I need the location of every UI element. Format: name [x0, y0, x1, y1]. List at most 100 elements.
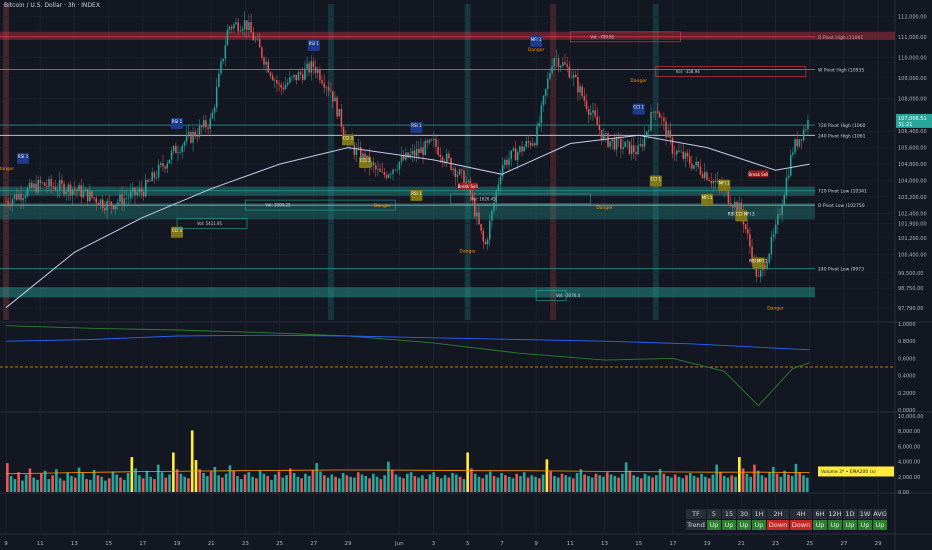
candle-body [482, 230, 485, 242]
candle-body [164, 166, 166, 169]
volume-bar [247, 472, 251, 492]
signal-label: CCI 1 [360, 158, 371, 163]
volume-bar [383, 475, 386, 492]
signal-label: RSI 1 [172, 119, 183, 124]
volume-bar [738, 457, 741, 492]
candle-body [650, 111, 652, 131]
candle-body [774, 224, 777, 234]
candle-body [140, 188, 143, 193]
price-tick-label: 106,400.00 [898, 129, 927, 135]
volume-bar [239, 479, 243, 492]
candle-body [633, 145, 635, 153]
trend-row-label: Trend [685, 519, 707, 531]
candle-body [231, 26, 233, 29]
candle-body [310, 61, 313, 73]
trend-value-2h: Down [766, 519, 790, 531]
candle-body [160, 163, 162, 165]
volume-bar [511, 478, 515, 492]
candle-body [166, 163, 168, 169]
candle-body [54, 186, 57, 191]
oscillator-tick-label: 0.4000 [898, 374, 916, 380]
candle-body [714, 180, 717, 183]
volume-bar [288, 468, 292, 492]
candle-body [16, 194, 18, 200]
candle-body [422, 147, 424, 155]
candle-body [93, 197, 95, 199]
x-tick-label: 11 [567, 541, 574, 547]
volume-bar [58, 478, 62, 492]
candle-body [456, 174, 459, 177]
volume-bar [545, 459, 549, 492]
candle-body [248, 22, 250, 30]
candle-body [181, 145, 184, 152]
x-tick-label: Jun [394, 541, 404, 547]
trend-header-2h: 2H [766, 508, 790, 520]
candle-body [172, 146, 175, 152]
volume-bar [164, 477, 168, 492]
price-tick-label: 105,600.00 [898, 146, 927, 152]
trend-header-4h: 4H [789, 508, 813, 520]
candle-body [602, 133, 605, 140]
candle-body [555, 58, 558, 59]
volume-bar [779, 476, 783, 492]
volume-bar [115, 474, 119, 492]
candle-body [553, 58, 555, 67]
candle-body [562, 62, 564, 67]
volume-bar [255, 478, 258, 492]
volume-bar [522, 472, 526, 492]
candle-body [790, 154, 792, 176]
volume-bar [726, 477, 730, 492]
trend-header-1h: 1H [751, 508, 767, 520]
volume-bar [790, 476, 794, 492]
volume-tick-label: 6,000.00 [898, 444, 920, 450]
candle-body [609, 141, 611, 147]
volume-annotation-label: Vol: -358.94 [676, 69, 700, 74]
candle-body [261, 47, 263, 58]
volume-bar [447, 477, 451, 492]
candle-body [521, 146, 523, 152]
volume-tick-label: 0.00 [898, 490, 909, 496]
volume-bar [734, 476, 737, 492]
volume-bar [126, 473, 130, 492]
volume-bar [334, 476, 337, 492]
volume-bar [345, 475, 349, 492]
volume-bar [187, 478, 190, 492]
candle-body [635, 152, 637, 155]
candle-body [594, 110, 596, 117]
x-tick-label: 29 [345, 541, 352, 547]
candle-body [504, 160, 506, 165]
candle-body [390, 173, 392, 175]
x-tick-label: 25 [806, 541, 813, 547]
trend-header-6h: 6H [812, 508, 828, 520]
volume-bar [462, 479, 466, 492]
candle-body [710, 180, 712, 184]
volume-bar [771, 466, 775, 492]
volume-bar [360, 474, 364, 492]
x-tick-label: 9 [534, 541, 538, 547]
volume-bar [266, 476, 269, 492]
pivot-level-label: D Pivot Low (102750 [818, 203, 865, 209]
volume-bar [198, 469, 202, 492]
oscillator-tick-label: 1.0000 [898, 322, 916, 328]
candle-body [314, 67, 317, 73]
candle-body [766, 262, 768, 270]
volume-bar [194, 460, 198, 492]
volume-bar [704, 476, 707, 492]
candle-body [157, 164, 160, 178]
chart-canvas[interactable]: 9 11 13 15 17 19 21 23 25 27 29 Jun 3 5 7 9 11 13 15 17 19 21… [0, 0, 932, 550]
candle-body [413, 150, 416, 156]
volume-bar [681, 478, 685, 492]
volume-bar [628, 470, 632, 492]
volume-bar [168, 474, 171, 492]
candle-body [297, 72, 300, 81]
volume-bar [153, 479, 156, 492]
volume-bar [85, 479, 88, 492]
volume-bar [6, 463, 9, 492]
candle-body [194, 131, 196, 137]
candle-body [319, 69, 321, 81]
volume-bar [538, 478, 541, 492]
x-tick-label: 17 [669, 541, 676, 547]
volume-bar [47, 479, 51, 492]
volume-bar [579, 469, 583, 492]
candle-body [768, 253, 770, 263]
